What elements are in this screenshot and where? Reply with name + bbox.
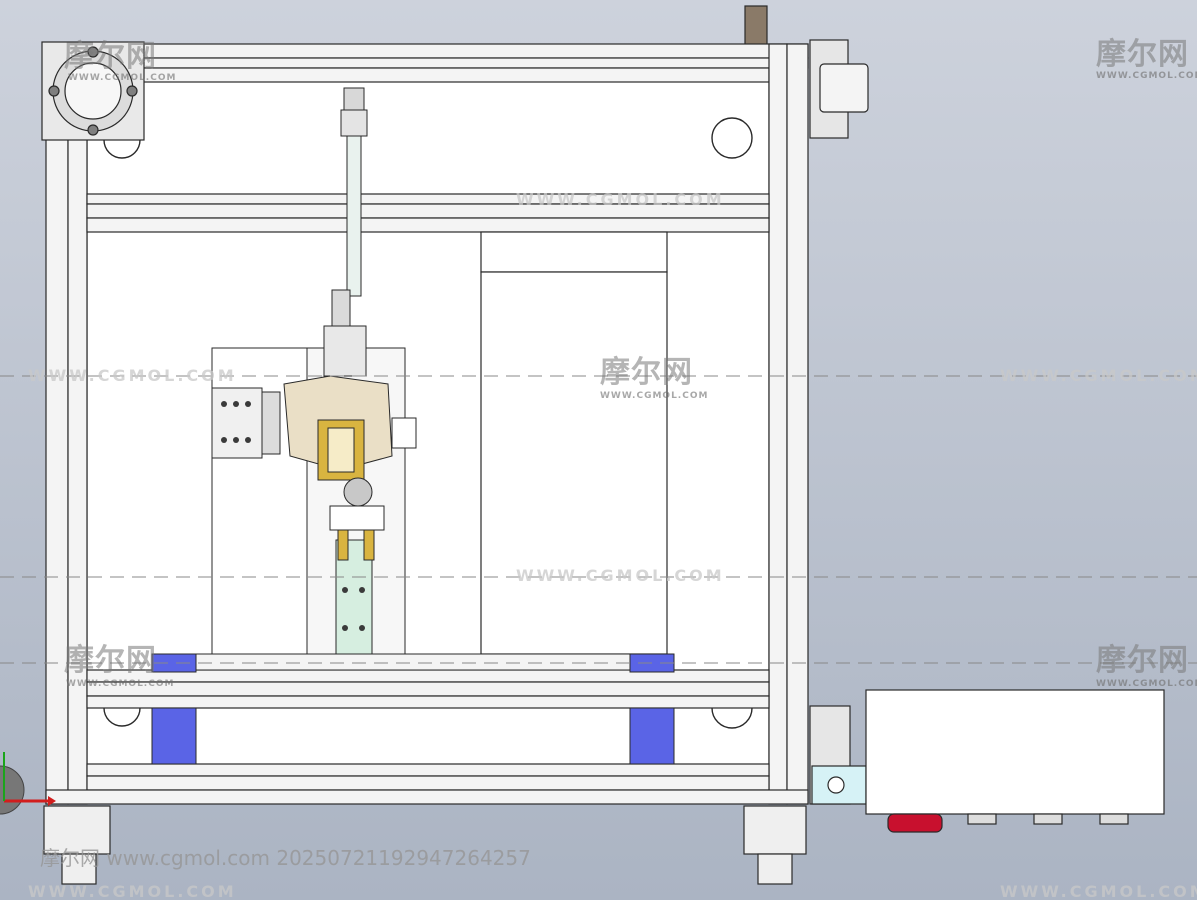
watermark-url: WWW.CGMOL.COM (516, 190, 725, 209)
blue-block-bottom-right (629, 707, 675, 765)
watermark-brand-url: WWW.CGMOL.COM (1096, 71, 1197, 81)
mech-valve (331, 289, 351, 327)
bolt (221, 437, 227, 443)
watermark-url: WWW.CGMOL.COM (516, 566, 725, 585)
top-beam-lip (45, 57, 809, 69)
rod-fitting-nut (340, 109, 368, 137)
cad-viewport: 摩尔网 WWW.CGMOL.COM 摩尔网 WWW.CGMOL.COM 摩尔网 … (0, 0, 1197, 900)
watermark-brand: 摩尔网 (1096, 643, 1189, 678)
watermark-brand-url: WWW.CGMOL.COM (600, 391, 709, 401)
panel-hole-right (711, 117, 753, 159)
bolt (342, 625, 348, 631)
clamp-finger-left (337, 529, 349, 561)
mech-slot-block (211, 387, 263, 459)
mid-beam-bottom (86, 217, 770, 233)
pulley (343, 477, 373, 507)
top-beam-outer (45, 43, 809, 59)
clamp-finger-right (363, 529, 375, 561)
lower-beam-bottom (86, 695, 770, 709)
bolt (221, 401, 227, 407)
cyan-mount-hole (827, 776, 845, 794)
right-foot (743, 805, 807, 855)
watermark-brand-url: WWW.CGMOL.COM (1096, 679, 1197, 689)
watermark-brand: 摩尔网 (1096, 37, 1189, 72)
bottom-beam (86, 775, 770, 791)
bolt (359, 587, 365, 593)
left-post-outer (45, 43, 69, 805)
bolt (359, 625, 365, 631)
mech-cylinder-head (323, 325, 367, 377)
left-post-inner (67, 43, 88, 805)
watermark-url: WWW.CGMOL.COM (1000, 882, 1197, 900)
flange-bolt (48, 85, 60, 97)
red-foot (887, 813, 943, 833)
side-sensor (391, 417, 417, 449)
watermark-brand: 摩尔网 (64, 39, 157, 74)
watermark-url: WWW.CGMOL.COM (28, 366, 237, 385)
yellow-bracket-window (327, 427, 355, 473)
base-plate (195, 653, 631, 671)
mech-spacer (261, 391, 281, 455)
right-post-inner (768, 43, 788, 805)
bolt (245, 401, 251, 407)
gray-foot (967, 813, 997, 825)
flange-bolt (87, 124, 99, 136)
flange-bolt (126, 85, 138, 97)
top-right-clamp (819, 63, 869, 113)
divider-panel (480, 271, 668, 655)
top-beam-inner (86, 67, 770, 83)
watermark-url: WWW.CGMOL.COM (1000, 366, 1197, 385)
gray-foot (1033, 813, 1063, 825)
watermark-brand-url: WWW.CGMOL.COM (68, 73, 177, 83)
clamp-head (329, 505, 385, 531)
control-box (865, 689, 1165, 815)
cylinder-rod (346, 135, 362, 297)
bottom-beam-outer (45, 789, 809, 805)
bottom-beam-top (86, 763, 770, 777)
watermark-brand: 摩尔网 (64, 643, 157, 678)
watermark-brand-url: WWW.CGMOL.COM (66, 679, 175, 689)
right-foot-stem (757, 853, 793, 885)
watermark-footer: 摩尔网 www.cgmol.com 20250721192947264257 (40, 846, 531, 870)
bolt (245, 437, 251, 443)
right-post-outer (786, 43, 809, 805)
bolt (342, 587, 348, 593)
divider-panel-head (480, 231, 668, 273)
watermark-brand: 摩尔网 (600, 355, 693, 390)
rod-fitting (343, 87, 365, 111)
top-rod (744, 5, 768, 47)
watermark-url: WWW.CGMOL.COM (28, 882, 237, 900)
bolt (233, 437, 239, 443)
lower-beam (86, 681, 770, 697)
blue-block-bottom-left (151, 707, 197, 765)
bolt (233, 401, 239, 407)
gray-foot (1099, 813, 1129, 825)
machine-drawing (0, 0, 1197, 900)
